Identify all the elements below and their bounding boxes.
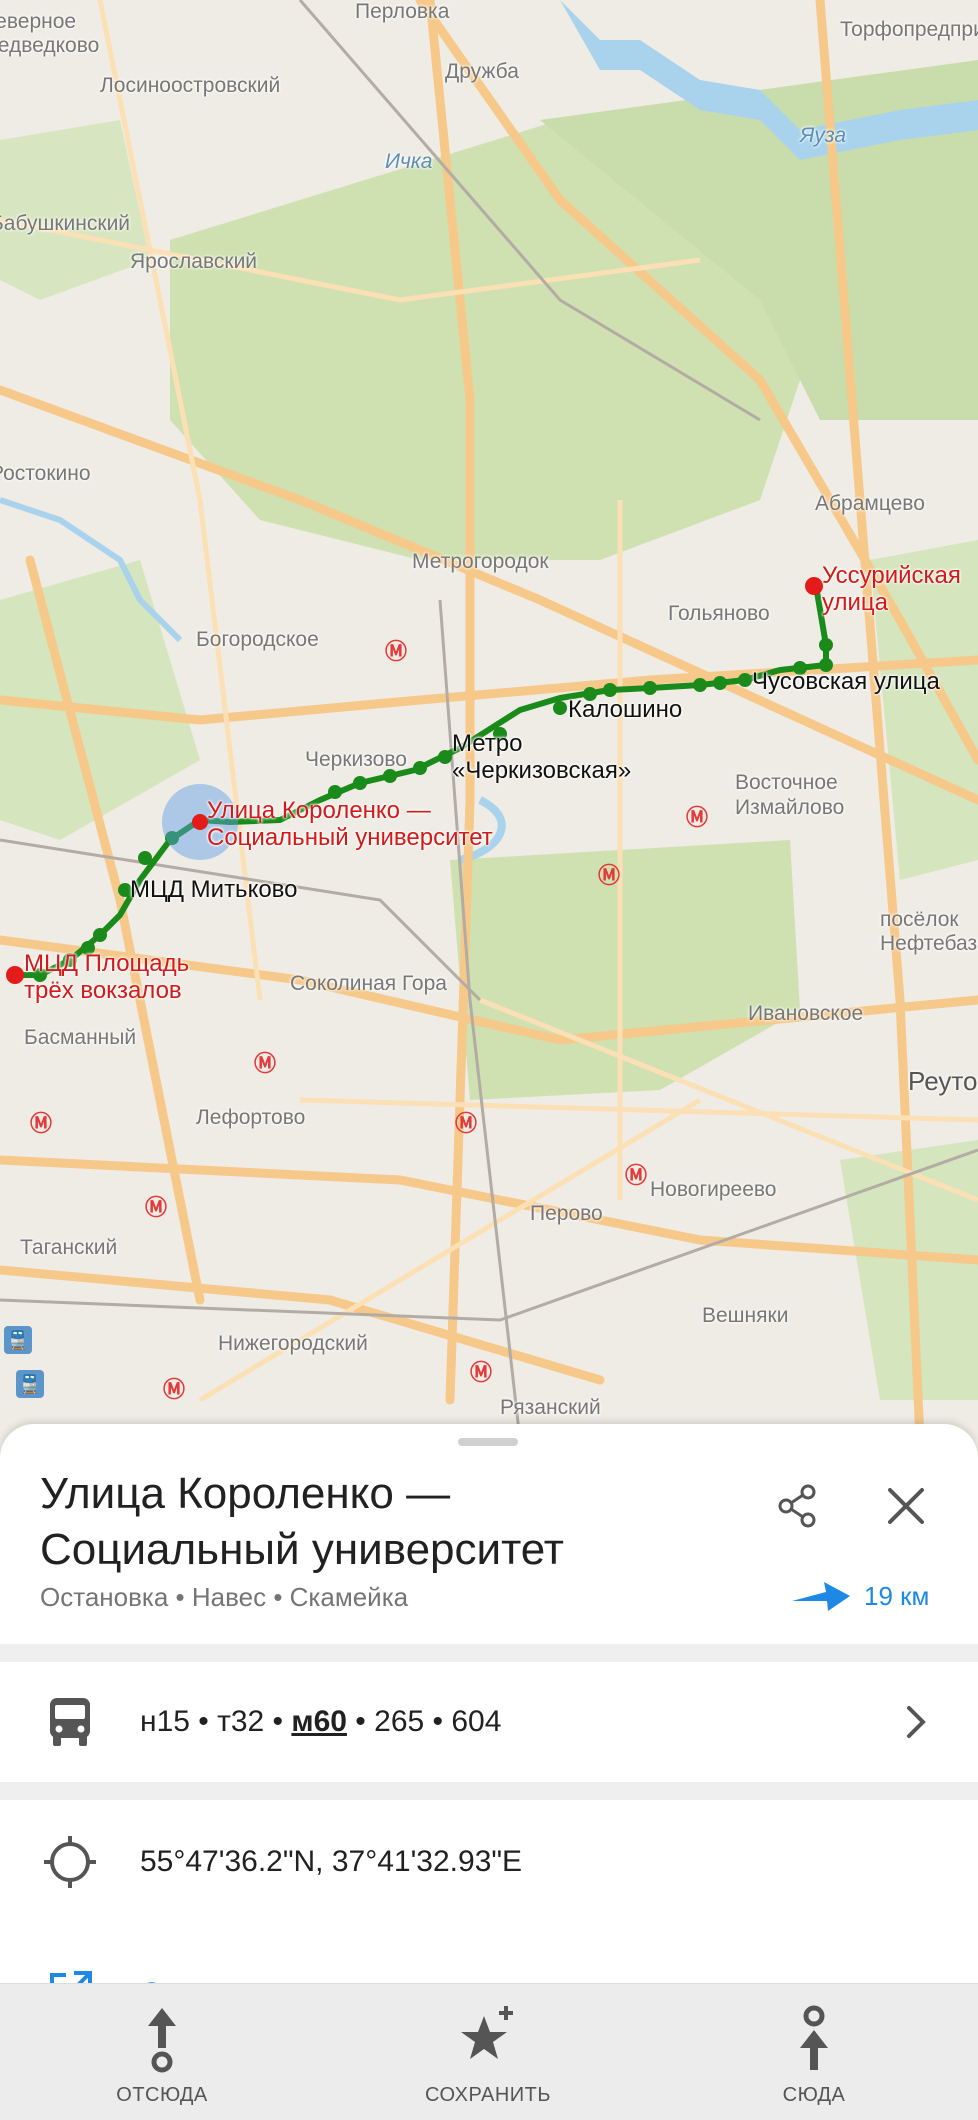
star-plus-icon: [461, 2006, 513, 2059]
metro-icon: Ⓜ: [163, 1377, 186, 1402]
map-place-label: посёлок Нефтебазы: [880, 908, 978, 955]
map-place-label: Северное Медведково: [0, 10, 100, 57]
map-place-label: Реутов: [908, 1066, 978, 1096]
route-to-button[interactable]: СЮДА: [714, 1984, 914, 2120]
map-place-label: Вешняки: [702, 1304, 789, 1327]
save-button[interactable]: СОХРАНИТЬ: [388, 1984, 588, 2120]
map-place-label: Рязанский: [500, 1396, 601, 1419]
train-station-icon: 🚆: [4, 1326, 32, 1354]
map-stop-cherkizovskaya[interactable]: Метро «Черкизовская»: [452, 730, 672, 784]
share-icon: [778, 1484, 816, 1528]
map-place-label: Перово: [530, 1202, 603, 1225]
metro-icon: Ⓜ: [470, 1360, 493, 1385]
map-place-label: Бабушкинский: [0, 212, 131, 235]
routes-row[interactable]: н15 • т32 • м60 • 265 • 604: [0, 1662, 978, 1782]
metro-icon: Ⓜ: [385, 639, 408, 664]
route-from-label: ОТСЮДА: [116, 2084, 208, 2106]
routes-prefix: н15 • т32 •: [140, 1705, 292, 1738]
route-to-label: СЮДА: [782, 2084, 846, 2106]
map-place-label: Лосиноостровский: [100, 74, 281, 97]
train-station-icon: 🚆: [16, 1370, 44, 1398]
map-canvas: [0, 0, 978, 1440]
map-place-label: Метрогородок: [412, 550, 549, 573]
route-from-icon: [148, 2008, 176, 2073]
metro-icon: Ⓜ: [30, 1111, 53, 1136]
map-stop-kaloshino[interactable]: Калошино: [568, 696, 682, 723]
map-place-label: Ярославский: [130, 250, 258, 273]
crosshair-icon: [40, 1832, 100, 1892]
map-place-label: Басманный: [24, 1026, 137, 1049]
map-view[interactable]: Перловка Дружба Лосиноостровский Торфопр…: [0, 0, 978, 1440]
section-divider: [0, 1644, 978, 1662]
chevron-right-icon: [907, 1706, 926, 1738]
close-button[interactable]: [878, 1478, 934, 1534]
map-place-label: Богородское: [196, 628, 319, 651]
map-stop-end[interactable]: МЦД Площадь трёх вокзалов: [24, 950, 234, 1004]
coordinates-row[interactable]: 55°47'36.2"N, 37°41'32.93"E: [0, 1802, 978, 1922]
map-place-label: Соколиная Гора: [290, 972, 447, 995]
distance-value: 19 км: [864, 1580, 930, 1611]
metro-icon: Ⓜ: [625, 1163, 648, 1188]
map-place-label: Перловка: [355, 0, 450, 23]
map-place-label: Нижегородский: [218, 1332, 368, 1355]
map-stop-mitkovo[interactable]: МЦД Митьково: [130, 876, 298, 903]
distance-indicator[interactable]: 19 км: [790, 1574, 929, 1618]
map-water-label: Яуза: [800, 124, 847, 147]
map-place-label: Абрамцево: [815, 492, 925, 515]
routes-list: н15 • т32 • м60 • 265 • 604: [140, 1705, 501, 1739]
route-to-icon: [800, 2005, 828, 2070]
routes-suffix: • 265 • 604: [346, 1705, 502, 1738]
map-place-label: Новогиреево: [650, 1178, 777, 1201]
place-subtitle: Остановка • Навес • Скамейка: [40, 1582, 409, 1612]
map-place-label: Ростокино: [0, 462, 91, 485]
share-button[interactable]: [770, 1478, 826, 1534]
map-place-label: Восточное Измайлово: [735, 771, 845, 819]
close-icon: [888, 1488, 924, 1524]
bus-icon: [40, 1692, 100, 1752]
metro-icon: Ⓜ: [598, 863, 621, 888]
coordinates-value: 55°47'36.2"N, 37°41'32.93"E: [140, 1845, 523, 1878]
route-highlight[interactable]: м60: [291, 1705, 347, 1738]
map-place-label: Дружба: [445, 60, 519, 83]
metro-icon: Ⓜ: [254, 1051, 277, 1076]
route-from-button[interactable]: ОТСЮДА: [62, 1984, 262, 2120]
map-stop-current[interactable]: Улица Короленко — Социальный университет: [207, 797, 547, 851]
map-stop-chusovskaya[interactable]: Чусовская улица: [752, 668, 940, 695]
map-water-label: Ичка: [385, 150, 433, 173]
save-label: СОХРАНИТЬ: [424, 2084, 551, 2106]
map-stop-start[interactable]: Уссурийская улица: [822, 562, 978, 616]
place-title: Улица Короленко — Социальный университет: [40, 1469, 564, 1574]
metro-icon: Ⓜ: [455, 1111, 478, 1136]
metro-icon: Ⓜ: [686, 805, 709, 830]
direction-arrow-icon: [792, 1582, 850, 1611]
sheet-grabber[interactable]: [458, 1438, 518, 1446]
map-place-label: Торфопредприятие: [840, 18, 978, 41]
bottom-action-bar: ОТСЮДА СОХРАНИТЬ СЮДА: [0, 1983, 978, 2120]
map-place-label: Лефортово: [196, 1106, 306, 1129]
section-divider: [0, 1782, 978, 1800]
metro-icon: Ⓜ: [145, 1195, 168, 1220]
map-place-label: Таганский: [20, 1236, 118, 1259]
map-place-label: Черкизово: [305, 748, 407, 771]
map-place-label: Гольяново: [668, 602, 770, 625]
map-place-label: Ивановское: [748, 1002, 864, 1025]
